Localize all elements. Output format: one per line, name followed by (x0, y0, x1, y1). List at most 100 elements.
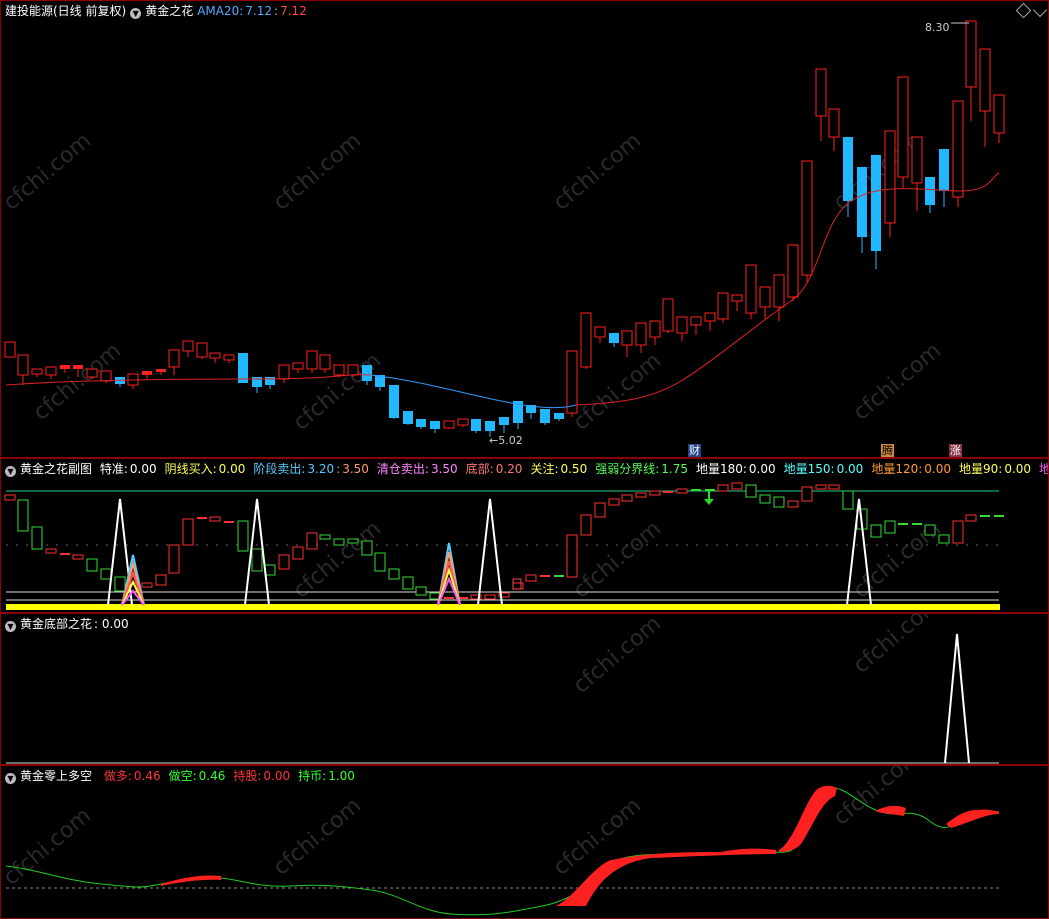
watermark-text: cfchi.com (849, 614, 946, 679)
sub1-bar (292, 546, 304, 560)
long-segment (161, 875, 221, 886)
sub1-bar (182, 518, 194, 546)
candle-body (182, 340, 194, 352)
badge-zhang[interactable]: 涨 (949, 444, 962, 457)
sub1-bar (787, 500, 799, 508)
bottom-flower-spike (944, 633, 970, 764)
chevron-down-icon[interactable]: ▼ (5, 466, 16, 477)
subchart2-title[interactable]: 黄金底部之花 (20, 617, 92, 631)
sub1-bar (4, 494, 16, 501)
chevron-down-icon[interactable]: ▼ (5, 773, 16, 784)
chevron-down-icon[interactable]: ▼ (5, 621, 16, 632)
sub1-item-value-7: 0.00 (748, 462, 776, 476)
sub1-bar (209, 516, 221, 522)
sub1-bar (86, 558, 98, 572)
golden-flower-subchart-pane[interactable]: ▼ 黄金之花副图 特准: 0.00 阴线买入: 0.00 阶段卖出: 3.20:3.50 清仓… (0, 458, 1049, 613)
badge-cai[interactable]: 财 (688, 444, 701, 457)
sub1-bar (815, 484, 827, 490)
sub1-item-value-6: 1.75 (661, 462, 688, 476)
sub1-bar (17, 499, 29, 532)
sub1-bar (842, 490, 854, 510)
sub1-bar (608, 498, 620, 506)
candle-body (430, 421, 440, 429)
sub1-bar (938, 534, 950, 544)
sub1-bar (114, 576, 126, 592)
candlestick-chart[interactable]: cfchi.com cfchi.com cfchi.com cfchi.com cfch… (1, 1, 1049, 458)
subchart3-title[interactable]: 黄金零上多空 (20, 769, 92, 783)
sub1-item-label-10: 地量90: (958, 462, 1003, 476)
long-segment (946, 809, 999, 828)
sub1-item-value2-2: 3.50 (342, 462, 369, 476)
stage-sell-spike (477, 498, 503, 606)
candle-body (60, 365, 70, 369)
sub1-bar (554, 575, 564, 577)
candle-body (566, 350, 578, 414)
indicator-name[interactable]: 黄金之花 (145, 4, 193, 18)
sub1-bar (649, 490, 661, 496)
sub1-item-label-8: 地量150: (783, 462, 835, 476)
sub1-bar (31, 526, 43, 550)
focus-bar (6, 604, 1000, 610)
badge-teng[interactable]: 腾 (881, 444, 894, 457)
candle-body (979, 48, 991, 112)
sub3-item-label-3: 持币: (298, 769, 327, 783)
sub1-bar (484, 594, 496, 600)
sub1-bar (635, 492, 647, 498)
subchart1-title[interactable]: 黄金之花副图 (20, 462, 92, 476)
sub1-bar (415, 586, 427, 596)
sub1-bar (100, 568, 112, 580)
watermark-text: cfchi.com (289, 516, 386, 603)
sub1-bar (884, 520, 896, 534)
sub1-bar (952, 520, 964, 544)
sub1-item-value-2: 3.20 (307, 462, 335, 476)
sub1-bar (540, 575, 550, 577)
candle-body (168, 349, 180, 368)
low-price-value: 5.02 (498, 434, 523, 447)
golden-zero-long-short-chart[interactable]: cfchi.com cfchi.com cfchi.com cfchi.com (1, 766, 1049, 919)
sub1-bar (759, 494, 771, 504)
golden-zero-long-short-pane[interactable]: ▼ 黄金零上多空 做多: 0.46 做空: 0.46 持股: 0.00 持币: 1.00 cfc… (0, 765, 1049, 919)
candle-body (223, 354, 235, 361)
candle-body (594, 326, 606, 338)
sub1-bar (402, 576, 414, 590)
candle-body (580, 312, 592, 368)
candle-body (73, 365, 83, 369)
sub1-item-value-5: 0.50 (560, 462, 588, 476)
stock-title[interactable]: 建投能源(日线 前复权) (5, 4, 126, 18)
sub1-bar (197, 517, 207, 519)
sub1-bar (924, 524, 936, 536)
golden-bottom-flower-chart[interactable]: cfchi.com cfchi.com (1, 614, 1049, 765)
main-chart-header: 建投能源(日线 前复权) ▼ 黄金之花 AMA20: 7.12:7.12 (5, 3, 311, 19)
watermark-text: cfchi.com (549, 128, 646, 215)
candle-body (952, 100, 964, 198)
candle-body (676, 316, 688, 334)
candle-body (871, 155, 881, 251)
sub1-bar (912, 523, 922, 525)
candle-body (499, 417, 509, 425)
candle-body (86, 368, 98, 378)
sub1-bar (994, 515, 1004, 517)
sub1-bar (237, 520, 249, 552)
watermark-text: cfchi.com (289, 348, 386, 435)
sub3-item-value-1: 0.46 (198, 769, 226, 783)
sub1-bar (980, 515, 990, 517)
sub1-bar (168, 544, 180, 574)
candle-body (416, 419, 426, 427)
sub1-bar (870, 524, 882, 538)
watermark-text: cfchi.com (1, 128, 96, 215)
sub1-bar (965, 514, 977, 522)
main-chart-pane[interactable]: 建投能源(日线 前复权) ▼ 黄金之花 AMA20: 7.12:7.12 cfchi.c… (0, 0, 1049, 458)
sub1-bar (319, 534, 331, 540)
sub1-bar (525, 574, 537, 582)
golden-bottom-flower-pane[interactable]: ▼ 黄金底部之花: 0.00 cfchi.com cfchi.com (0, 613, 1049, 765)
sub1-bar (306, 532, 318, 550)
golden-flower-subchart[interactable]: cfchi.com cfchi.com cfchi.com (1, 459, 1049, 613)
sub1-item-value-1: 0.00 (218, 462, 246, 476)
candle-body (4, 341, 16, 358)
watermark-text: cfchi.com (1, 803, 96, 890)
subchart2-value: : 0.00 (94, 617, 129, 631)
watermark-text: cfchi.com (269, 793, 366, 880)
sub1-item-value-4: 0.20 (495, 462, 523, 476)
candle-body (621, 330, 633, 346)
chevron-down-icon[interactable]: ▼ (130, 8, 142, 19)
